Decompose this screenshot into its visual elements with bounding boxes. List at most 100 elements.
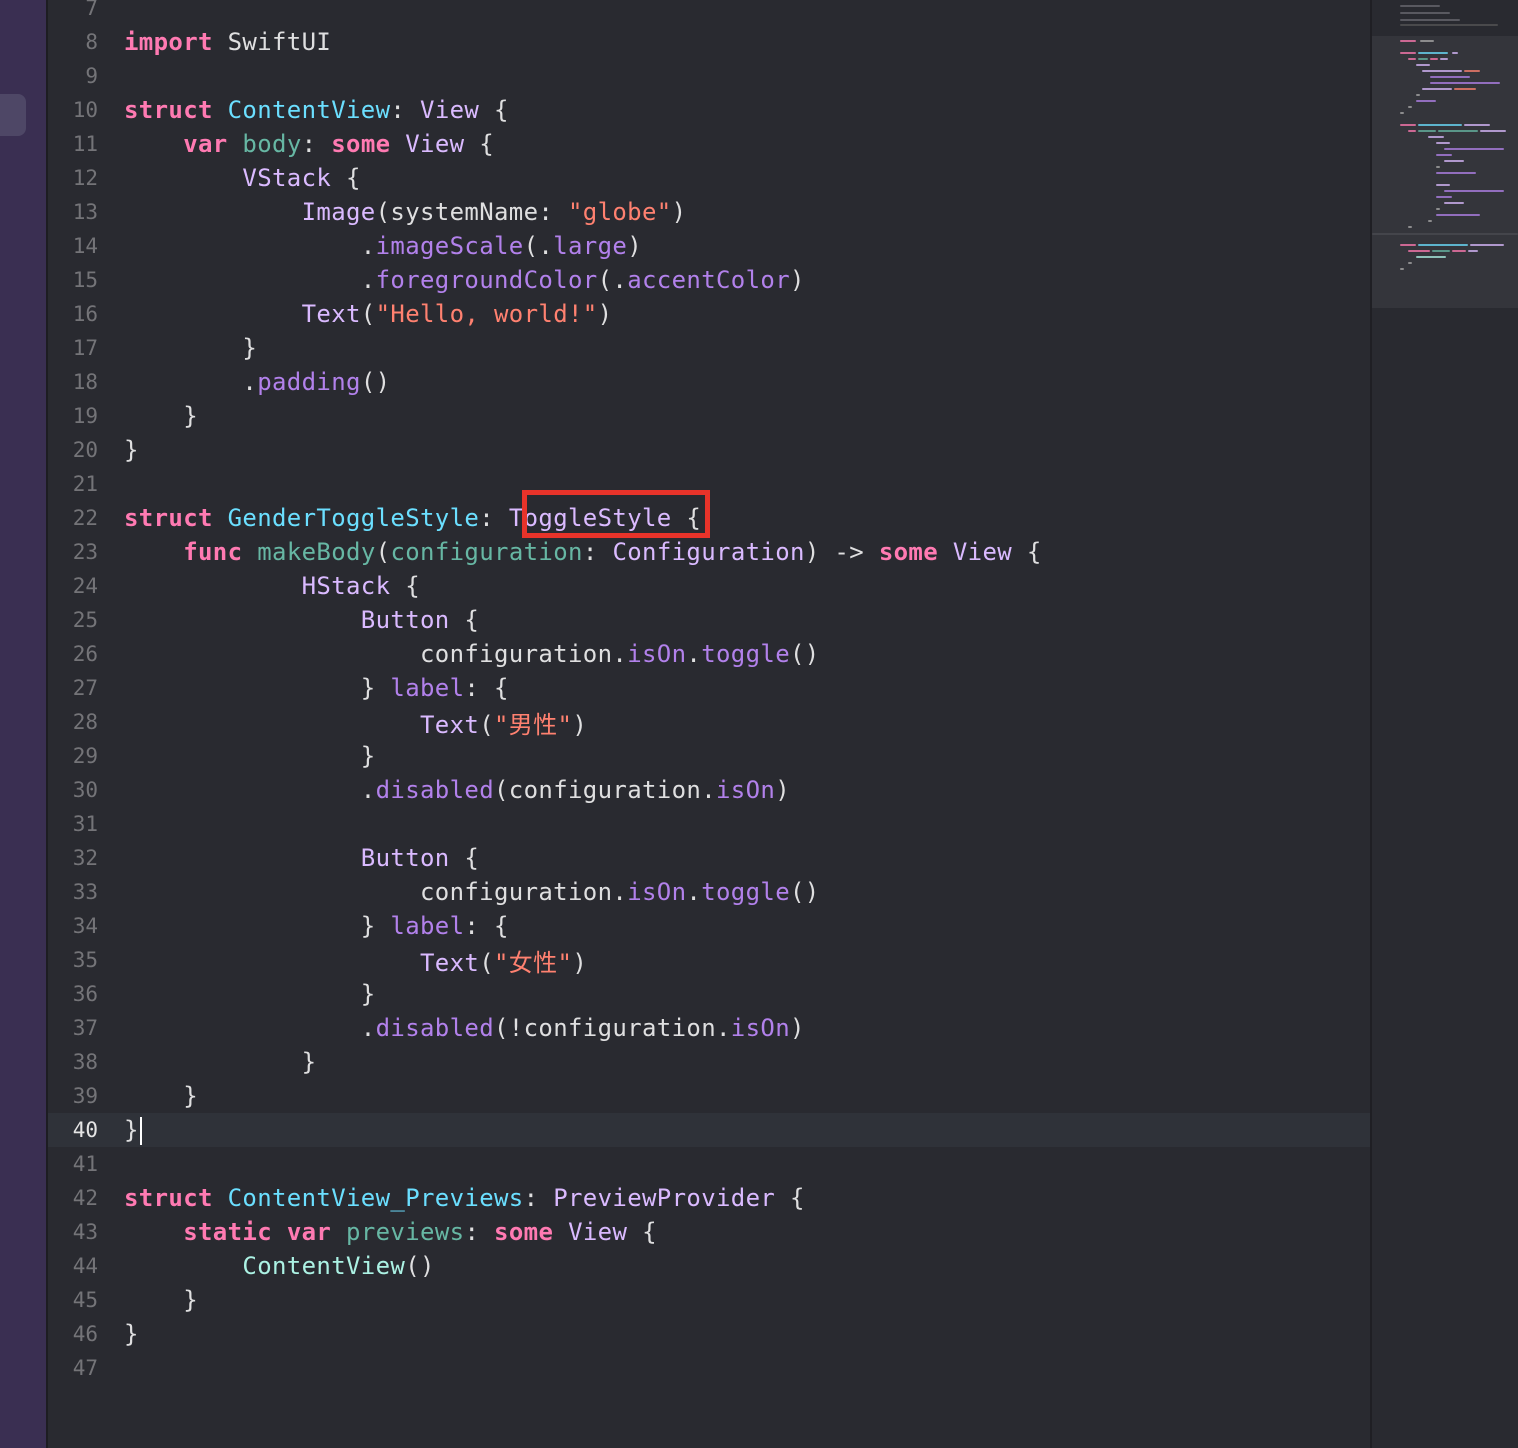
minimap-line	[1436, 208, 1440, 210]
minimap-line	[1408, 262, 1412, 264]
code-line[interactable]: 38 }	[48, 1045, 1370, 1079]
code-line[interactable]: 36 }	[48, 977, 1370, 1011]
code-token: )	[790, 266, 805, 294]
minimap-line	[1400, 19, 1460, 21]
code-line[interactable]: 12 VStack {	[48, 161, 1370, 195]
code-text: }	[124, 1286, 198, 1314]
minimap-line	[1400, 24, 1498, 26]
code-line[interactable]: 16 Text("Hello, world!")	[48, 297, 1370, 331]
code-line[interactable]: 33 configuration.isOn.toggle()	[48, 875, 1370, 909]
code-text: .imageScale(.large)	[124, 232, 642, 260]
line-number: 29	[72, 744, 98, 768]
code-line[interactable]: 39 }	[48, 1079, 1370, 1113]
code-line[interactable]: 37 .disabled(!configuration.isOn)	[48, 1011, 1370, 1045]
code-line[interactable]: 43 static var previews: some View {	[48, 1215, 1370, 1249]
code-token: : {	[464, 912, 509, 940]
minimap-line	[1428, 220, 1432, 222]
code-token: (	[360, 300, 376, 328]
code-line[interactable]: 14 .imageScale(.large)	[48, 229, 1370, 263]
minimap-line	[1444, 202, 1464, 204]
minimap-line	[1436, 172, 1476, 174]
code-line[interactable]: 46}	[48, 1317, 1370, 1351]
code-line[interactable]: 29 }	[48, 739, 1370, 773]
code-token: :	[301, 130, 332, 158]
minimap[interactable]	[1372, 0, 1518, 1448]
code-line[interactable]: 45 }	[48, 1283, 1370, 1317]
code-line[interactable]: 30 .disabled(configuration.isOn)	[48, 773, 1370, 807]
code-token: label	[390, 674, 465, 702]
code-line[interactable]: 17 }	[48, 331, 1370, 365]
code-line[interactable]: 20}	[48, 433, 1370, 467]
code-text: }	[124, 436, 139, 464]
code-line[interactable]: 42 struct ContentView_Previews: PreviewPr…	[48, 1181, 1370, 1215]
code-line[interactable]: 26 configuration.isOn.toggle()	[48, 637, 1370, 671]
code-token: :	[582, 538, 613, 566]
code-line[interactable]: 32 Button {	[48, 841, 1370, 875]
code-line[interactable]: 24 HStack {	[48, 569, 1370, 603]
minimap-line	[1436, 214, 1480, 216]
code-line[interactable]: 19 }	[48, 399, 1370, 433]
code-token: (.	[523, 232, 554, 260]
minimap-line	[1418, 52, 1448, 54]
minimap-line	[1432, 250, 1450, 252]
code-token: large	[553, 232, 628, 260]
code-editor[interactable]: 7 8 import SwiftUI 9 10 struct ContentView: V…	[48, 0, 1370, 1448]
code-line[interactable]: 35 Text("女性")	[48, 943, 1370, 977]
code-token: )	[572, 710, 588, 739]
minimap-line	[1430, 82, 1500, 84]
code-line[interactable]: 27 } label: {	[48, 671, 1370, 705]
code-text: .disabled(configuration.isOn)	[124, 776, 790, 804]
code-token: .	[124, 1014, 376, 1042]
line-number: 32	[72, 846, 98, 870]
minimap-line	[1416, 256, 1446, 258]
code-line[interactable]: 31	[48, 807, 1370, 841]
code-token: import	[124, 28, 213, 56]
code-line[interactable]: 11 var body: some View {	[48, 127, 1370, 161]
code-text: }	[124, 1320, 139, 1348]
code-token: ()	[790, 640, 820, 668]
code-token: (.	[597, 266, 628, 294]
minimap-line	[1416, 100, 1436, 102]
minimap-line	[1436, 154, 1452, 156]
code-line[interactable]: 8 import SwiftUI	[48, 25, 1370, 59]
code-token: static	[183, 1218, 272, 1246]
minimap-line	[1400, 12, 1450, 14]
code-line[interactable]: 28 Text("男性")	[48, 705, 1370, 739]
code-line[interactable]: 47	[48, 1351, 1370, 1385]
line-number: 43	[72, 1220, 98, 1244]
minimap-line	[1400, 112, 1404, 114]
code-token: makeBody	[257, 538, 376, 566]
sidebar-tab-indicator[interactable]	[0, 94, 26, 136]
code-line[interactable]: 7	[48, 0, 1370, 25]
line-number: 34	[72, 914, 98, 938]
code-line[interactable]: 13 Image(systemName: "globe")	[48, 195, 1370, 229]
code-text: }	[124, 402, 198, 430]
code-token: (!configuration.	[494, 1014, 731, 1042]
code-line[interactable]: 15 .foregroundColor(.accentColor)	[48, 263, 1370, 297]
code-token: (	[479, 948, 494, 977]
code-text: configuration.isOn.toggle()	[124, 640, 820, 668]
code-line[interactable]: 40}	[48, 1113, 1370, 1147]
code-token: {	[390, 572, 420, 600]
code-line[interactable]: 18 .padding()	[48, 365, 1370, 399]
code-token: Configuration	[612, 538, 805, 566]
code-line[interactable]: 25 Button {	[48, 603, 1370, 637]
line-number: 45	[72, 1288, 98, 1312]
code-line[interactable]: 34 } label: {	[48, 909, 1370, 943]
code-line[interactable]: 23 func makeBody(configuration: Configur…	[48, 535, 1370, 569]
code-text: .padding()	[124, 368, 390, 396]
code-text: }	[124, 742, 376, 770]
minimap-line	[1418, 58, 1428, 60]
minimap-line	[1418, 244, 1468, 246]
code-token: isOn	[627, 878, 687, 906]
code-token: .	[686, 640, 702, 668]
code-line[interactable]: 44 ContentView()	[48, 1249, 1370, 1283]
code-line[interactable]: 10 struct ContentView: View {	[48, 93, 1370, 127]
code-line[interactable]: 41	[48, 1147, 1370, 1181]
code-line[interactable]: 9	[48, 59, 1370, 93]
